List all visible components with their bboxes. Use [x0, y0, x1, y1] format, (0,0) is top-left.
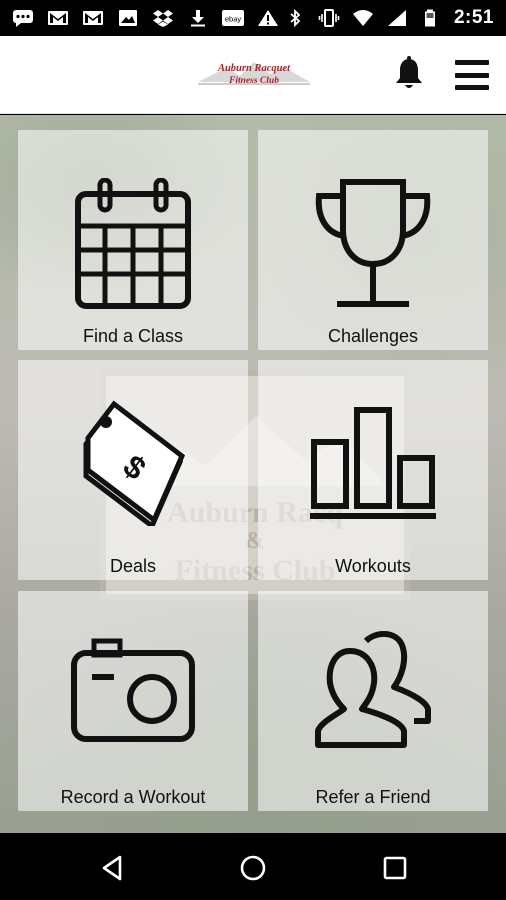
tile-label: Workouts	[335, 556, 411, 576]
dropbox-icon	[152, 9, 174, 27]
tile-label: Challenges	[327, 326, 419, 346]
bluetooth-icon	[284, 9, 306, 27]
tile-label: Refer a Friend	[315, 787, 431, 807]
tile-workouts[interactable]: Workouts	[258, 360, 488, 580]
logo-subname: Fitness Club	[229, 76, 279, 86]
price-tag-icon: $	[83, 400, 186, 526]
gmail-icon	[82, 9, 104, 27]
gmail-icon	[47, 9, 69, 27]
image-icon	[117, 9, 139, 27]
vibrate-icon	[318, 9, 340, 27]
chat-bubble-icon	[12, 9, 34, 27]
bell-icon[interactable]	[394, 56, 424, 92]
people-icon	[315, 631, 431, 748]
trophy-icon	[315, 179, 431, 307]
battery-icon	[420, 9, 442, 27]
notification-icons: ebay	[12, 9, 279, 27]
tile-find-a-class[interactable]: Find a Class	[18, 130, 248, 350]
signal-icon	[386, 9, 408, 27]
tile-record-a-workout[interactable]: Record a Workout	[18, 591, 248, 811]
tile-refer-a-friend[interactable]: Refer a Friend	[258, 591, 488, 811]
tile-challenges[interactable]: Challenges	[258, 130, 488, 350]
system-icons: 2:51	[284, 7, 494, 29]
calendar-icon	[75, 178, 191, 309]
bar-chart-icon	[310, 407, 436, 519]
dashboard: Auburn Racq & Fitness Club Find a Class …	[0, 115, 506, 833]
app-header: Auburn Racquet Fitness Club	[0, 36, 506, 114]
ebay-icon: ebay	[222, 9, 244, 27]
recents-icon[interactable]	[380, 853, 410, 883]
camera-icon	[71, 638, 195, 742]
svg-text:ebay: ebay	[225, 15, 242, 24]
status-time: 2:51	[453, 7, 494, 28]
back-icon[interactable]	[98, 853, 128, 883]
status-bar: ebay 2:51	[0, 0, 506, 36]
tile-label: Record a Workout	[60, 787, 206, 807]
logo-name: Auburn Racquet	[217, 63, 291, 74]
tile-label: Deals	[109, 556, 157, 576]
wifi-icon	[352, 9, 374, 27]
tile-deals[interactable]: $ Deals	[18, 360, 248, 580]
system-nav-bar	[0, 833, 506, 900]
club-logo[interactable]: Auburn Racquet Fitness Club	[196, 58, 312, 92]
hamburger-menu-icon[interactable]	[455, 60, 489, 90]
warning-icon	[257, 9, 279, 27]
tile-label: Find a Class	[82, 326, 184, 346]
home-icon[interactable]	[238, 853, 268, 883]
download-icon	[187, 9, 209, 27]
